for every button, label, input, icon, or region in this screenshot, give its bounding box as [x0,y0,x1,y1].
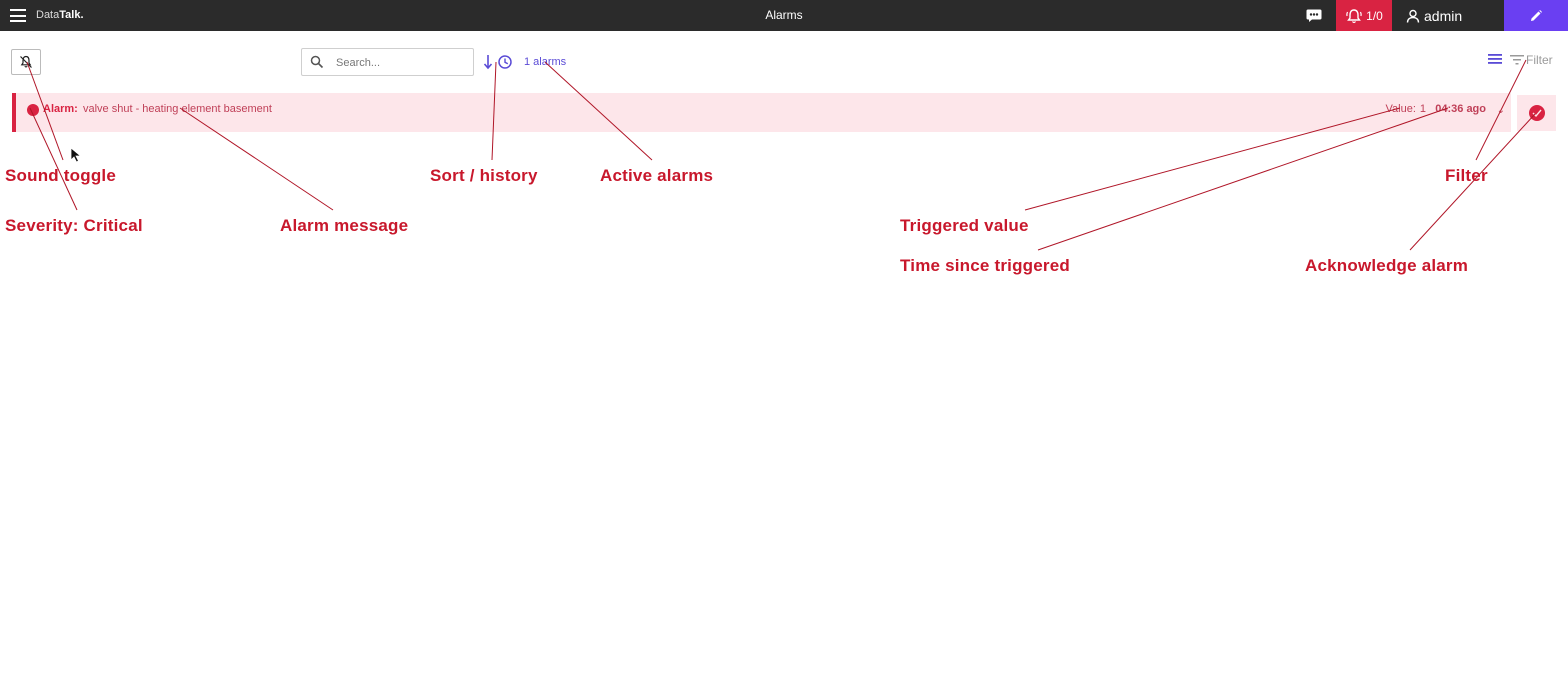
user-icon [1406,9,1420,23]
filter-button[interactable]: Filter [1510,52,1553,68]
annotation-active-alarms: Active alarms [600,166,714,185]
active-alarm-count: 1 alarms [524,56,567,68]
annotation-severity: Severity: Critical [5,216,143,235]
chat-button[interactable] [1296,0,1332,31]
acknowledge-button[interactable] [1517,95,1556,131]
annotation-sort-history: Sort / history [430,166,538,185]
severity-critical-icon [27,104,39,116]
alarm-label: Alarm: [43,103,78,115]
sort-arrow-icon[interactable] [482,53,494,71]
edit-button[interactable] [1504,0,1568,31]
annotation-sound-toggle: Sound toggle [5,166,116,185]
chevron-down-icon[interactable]: ⌄ [1497,105,1505,116]
alarm-time-ago: 04:36 ago [1435,103,1486,115]
annotation-acknowledge: Acknowledge alarm [1305,256,1469,275]
acknowledge-check-icon [1528,105,1545,121]
alarm-bell-icon [1346,8,1362,23]
user-name: admin [1424,7,1463,24]
filter-icon [1510,55,1524,65]
sound-toggle-button[interactable] [11,49,41,75]
bell-mute-icon [20,55,32,68]
alarm-counter-button[interactable]: 1/0 [1336,0,1392,31]
alarm-message: valve shut - heating element basement [83,103,272,115]
alarm-value-number: 1 [1419,103,1426,115]
list-view-icon[interactable] [1487,52,1503,66]
history-icon[interactable] [497,54,513,70]
search-icon [310,55,324,69]
annotation-time-since: Time since triggered [900,256,1070,275]
chat-icon [1306,9,1322,22]
alarm-counter-text: 1/0 [1366,8,1383,23]
filter-label: Filter [1526,53,1553,67]
alarm-row[interactable]: Alarm: valve shut - heating element base… [12,93,1511,132]
mouse-pointer-icon [70,147,82,163]
top-bar: DataTalk. Alarms 1/0 admin [0,0,1568,31]
annotation-alarm-message: Alarm message [280,216,409,235]
search-input[interactable] [336,53,466,72]
user-menu-button[interactable]: admin [1398,0,1498,31]
annotation-triggered-value: Triggered value [900,216,1029,235]
pencil-icon [1531,9,1542,21]
alarm-value-label: Value: [1385,103,1416,115]
annotation-filter: Filter [1445,166,1488,185]
alarm-value: Value: 1 [1386,103,1427,115]
page-title: Alarms [765,8,803,22]
search-field[interactable] [301,48,474,76]
